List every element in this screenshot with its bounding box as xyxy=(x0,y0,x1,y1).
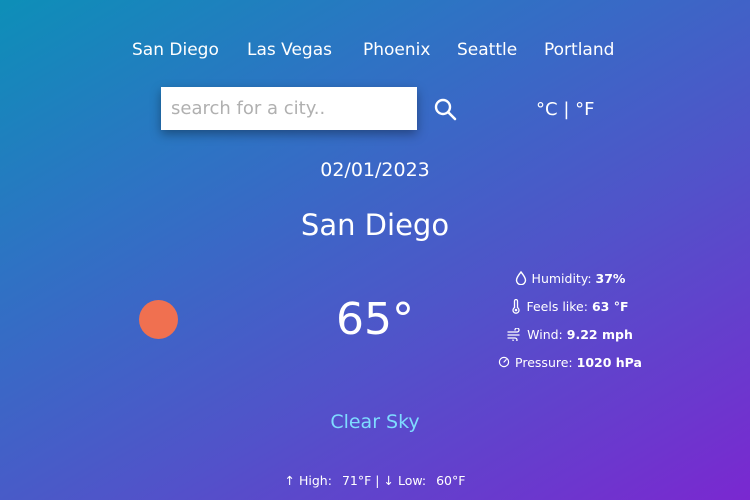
city-name: San Diego xyxy=(300,208,450,242)
search-icon xyxy=(434,98,457,121)
weather-details: Humidity: 37% Feels like: 63 °F Wind: 9.… xyxy=(480,264,660,376)
date-label: 02/01/2023 xyxy=(320,159,430,181)
temperature: 65° xyxy=(336,294,414,345)
city-nav: San Diego Las Vegas Phoenix Seattle Port… xyxy=(0,36,750,64)
wind-icon xyxy=(507,327,522,341)
gauge-icon xyxy=(498,356,510,368)
fahrenheit-button[interactable]: °F xyxy=(575,99,594,120)
weather-condition: Clear Sky xyxy=(330,411,420,433)
city-link-portland[interactable]: Portland xyxy=(544,36,614,64)
pressure-label: Pressure: xyxy=(515,354,573,370)
wind-value: 9.22 mph xyxy=(566,326,633,342)
city-link-las-vegas[interactable]: Las Vegas xyxy=(247,36,332,64)
feels-like-row: Feels like: 63 °F xyxy=(480,292,660,320)
humidity-label: Humidity: xyxy=(531,270,592,286)
high-label: High: xyxy=(299,473,332,488)
thermometer-icon xyxy=(511,298,521,314)
humidity-value: 37% xyxy=(595,270,626,286)
unit-separator: | xyxy=(563,99,570,120)
high-low-separator: | xyxy=(375,473,380,488)
high-low: ↑ High: 71°F | ↓ Low: 60°F xyxy=(0,471,750,491)
wind-row: Wind: 9.22 mph xyxy=(480,320,660,348)
celsius-button[interactable]: °C xyxy=(536,99,558,120)
high-value: 71°F xyxy=(341,473,372,488)
feels-like-value: 63 °F xyxy=(591,298,629,314)
search-input[interactable] xyxy=(161,87,417,130)
city-link-san-diego[interactable]: San Diego xyxy=(132,36,219,64)
city-link-phoenix[interactable]: Phoenix xyxy=(363,36,430,64)
pressure-row: Pressure: 1020 hPa xyxy=(480,348,660,376)
city-link-seattle[interactable]: Seattle xyxy=(457,36,517,64)
arrow-up-icon: ↑ xyxy=(284,473,296,488)
sun-icon xyxy=(139,300,178,339)
feels-like-label: Feels like: xyxy=(526,298,588,314)
droplet-icon xyxy=(515,271,527,285)
unit-toggle: °C | °F xyxy=(536,97,594,123)
search-button[interactable] xyxy=(432,96,460,124)
humidity-row: Humidity: 37% xyxy=(480,264,660,292)
pressure-value: 1020 hPa xyxy=(576,354,642,370)
wind-label: Wind: xyxy=(527,326,563,342)
low-value: 60°F xyxy=(436,473,466,488)
low-label: Low: xyxy=(397,473,427,488)
arrow-down-icon: ↓ xyxy=(383,473,394,488)
